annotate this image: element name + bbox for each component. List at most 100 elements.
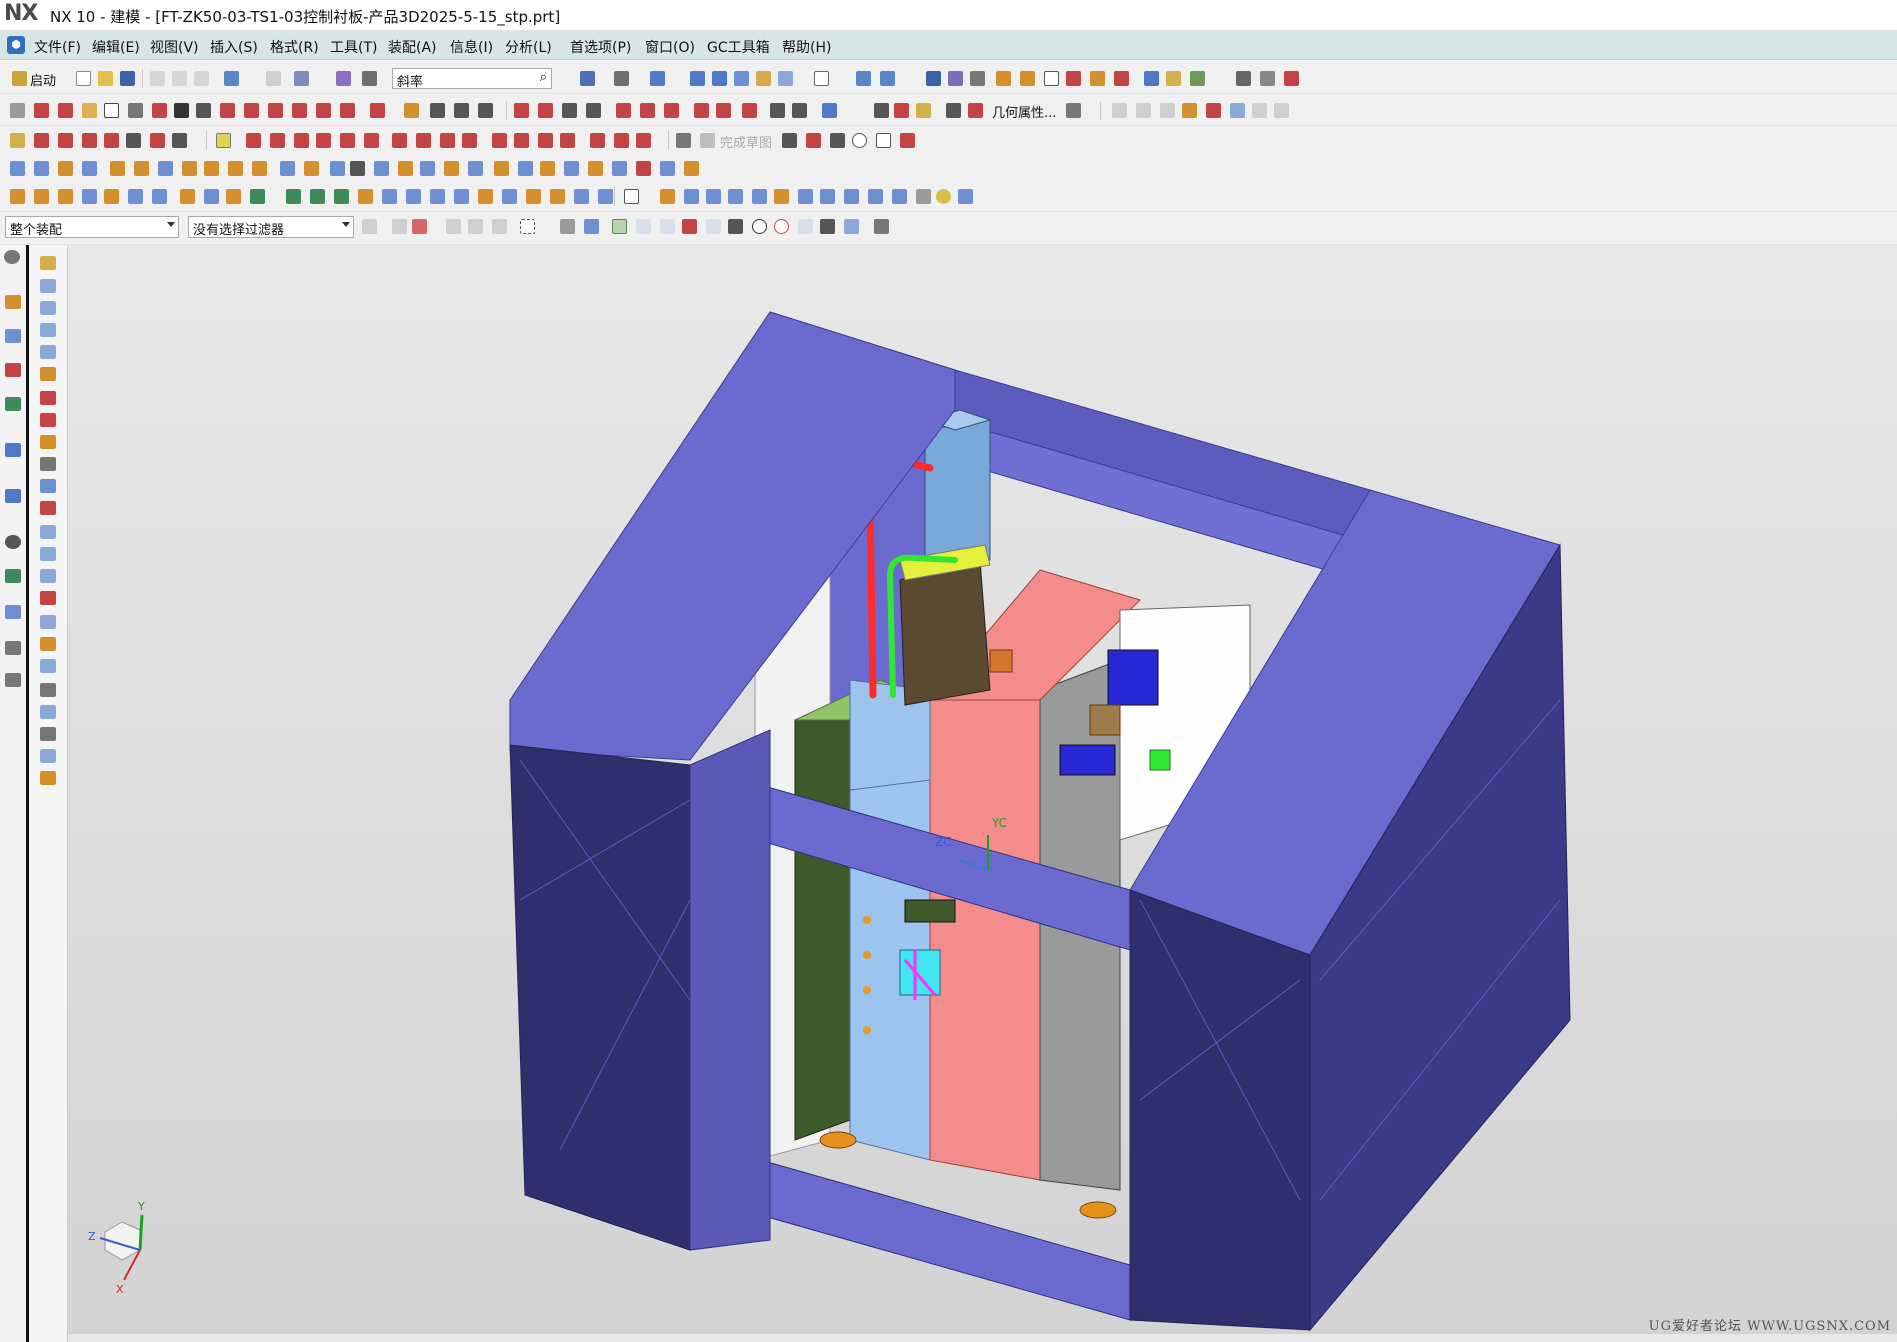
assembly-icon-20[interactable] (478, 189, 493, 204)
assembly-icon-17[interactable] (406, 189, 421, 204)
macro-icon[interactable] (1236, 71, 1251, 86)
menu-information[interactable]: 信息(I) (450, 37, 493, 57)
cut-icon[interactable] (150, 71, 165, 86)
vtool-icon-8[interactable] (40, 413, 56, 427)
sync-icon-4[interactable] (540, 161, 555, 176)
finish-sketch-icon[interactable] (700, 133, 715, 148)
polygon-icon[interactable] (128, 103, 143, 118)
snap-center-icon[interactable] (752, 219, 767, 234)
sketch-move-icon[interactable] (440, 133, 455, 148)
system-materials-icon[interactable] (5, 569, 21, 583)
view-front-icon[interactable] (690, 71, 705, 86)
primitive-icon-10[interactable] (892, 189, 907, 204)
vtool-icon-17[interactable] (40, 615, 56, 629)
unite-icon[interactable] (110, 161, 125, 176)
assembly-icon-21[interactable] (502, 189, 517, 204)
sync-icon-1[interactable] (468, 161, 483, 176)
assembly-icon-10[interactable] (226, 189, 241, 204)
selection-icon-4[interactable] (468, 219, 483, 234)
history-icon[interactable] (5, 535, 21, 549)
palettes-icon[interactable] (5, 673, 21, 687)
selection-icon-6[interactable] (560, 219, 575, 234)
search-icon[interactable]: ⌕ (540, 70, 547, 85)
save-icon[interactable] (120, 71, 135, 86)
shell-icon[interactable] (252, 161, 267, 176)
open-file-icon[interactable] (98, 71, 113, 86)
part-navigator-icon[interactable] (5, 363, 21, 377)
rect-tool-icon[interactable] (876, 133, 891, 148)
drafting-icon-8[interactable] (1274, 103, 1289, 118)
toolbar-options-icon[interactable] (1284, 71, 1299, 86)
work-layer-icon[interactable] (580, 71, 595, 86)
sketch-chamfer-icon[interactable] (126, 133, 141, 148)
selection-icon-2[interactable] (412, 219, 427, 234)
menu-format[interactable]: 格式(R) (270, 37, 319, 57)
vtool-icon-13[interactable] (40, 525, 56, 539)
paste-icon[interactable] (194, 71, 209, 86)
vtool-icon-22[interactable] (40, 727, 56, 741)
snap-control-icon[interactable] (660, 219, 675, 234)
measure-body-icon[interactable] (916, 103, 931, 118)
assembly-icon-7[interactable] (152, 189, 167, 204)
assembly-icon-23[interactable] (550, 189, 565, 204)
command-finder-icon[interactable] (294, 71, 309, 86)
sketch-dims-icon[interactable] (560, 133, 575, 148)
analysis-icon[interactable] (1066, 103, 1081, 118)
swept-icon[interactable] (586, 103, 601, 118)
snap-tangent-icon[interactable] (774, 219, 789, 234)
offset-surface-icon[interactable] (664, 103, 679, 118)
circle-tool-icon[interactable] (852, 133, 867, 148)
drafting-icon-6[interactable] (1230, 103, 1245, 118)
primitive-icon-11[interactable] (958, 189, 973, 204)
primitive-icon-5[interactable] (774, 189, 789, 204)
drafting-icon-7[interactable] (1252, 103, 1267, 118)
extension-icon[interactable] (640, 103, 655, 118)
move-to-layer-icon[interactable] (880, 71, 895, 86)
playback-icon[interactable] (1260, 71, 1275, 86)
assembly-icon-12[interactable] (286, 189, 301, 204)
geometry-props-icon[interactable] (968, 103, 983, 118)
cone-icon[interactable] (916, 189, 931, 204)
assembly-icon-4[interactable] (82, 189, 97, 204)
vtool-icon-4[interactable] (40, 323, 56, 337)
curve-length-icon[interactable] (478, 103, 493, 118)
mirror-icon[interactable] (770, 103, 785, 118)
n-sided-icon[interactable] (616, 103, 631, 118)
sketch-icon[interactable] (10, 133, 25, 148)
settings-icon[interactable] (4, 250, 20, 264)
view-top-icon[interactable] (712, 71, 727, 86)
assembly-icon-6[interactable] (128, 189, 143, 204)
menu-view[interactable]: 视图(V) (150, 37, 199, 57)
hole-icon[interactable] (58, 161, 73, 176)
finish-sketch-button[interactable]: 完成草图 (720, 132, 772, 151)
drafting-icon-2[interactable] (1136, 103, 1151, 118)
section-curve-icon[interactable] (340, 103, 355, 118)
split-icon[interactable] (350, 161, 365, 176)
background-icon[interactable] (814, 71, 829, 86)
assembly-navigator-icon[interactable] (5, 295, 21, 309)
selection-icon-3[interactable] (446, 219, 461, 234)
primitive-icon-6[interactable] (798, 189, 813, 204)
sketch-arc-icon[interactable] (82, 133, 97, 148)
selection-icon-5[interactable] (492, 219, 507, 234)
menu-gc-toolkit[interactable]: GC工具箱 (707, 37, 770, 57)
sync-icon-8[interactable] (636, 161, 651, 176)
extract-curve-icon[interactable] (370, 103, 385, 118)
sew-icon[interactable] (716, 103, 731, 118)
vtool-icon-2[interactable] (40, 279, 56, 293)
circle-icon[interactable] (82, 103, 97, 118)
curve-tools-icon-1[interactable] (782, 133, 797, 148)
selection-icon-7[interactable] (584, 219, 599, 234)
sketch-project-icon[interactable] (340, 133, 355, 148)
assembly-icon-5[interactable] (104, 189, 119, 204)
primitive-icon-9[interactable] (868, 189, 883, 204)
profile-icon[interactable] (34, 133, 49, 148)
spline-icon[interactable] (152, 103, 167, 118)
menu-window[interactable]: 窗口(O) (645, 37, 695, 57)
command-search-input[interactable]: 斜率 ⌕ (392, 68, 552, 89)
chamfer-icon[interactable] (204, 161, 219, 176)
sketch-orient-icon[interactable] (676, 133, 691, 148)
mirror-feature-icon[interactable] (304, 161, 319, 176)
constraint-icon[interactable] (216, 133, 231, 148)
menu-preferences[interactable]: 首选项(P) (570, 37, 631, 57)
